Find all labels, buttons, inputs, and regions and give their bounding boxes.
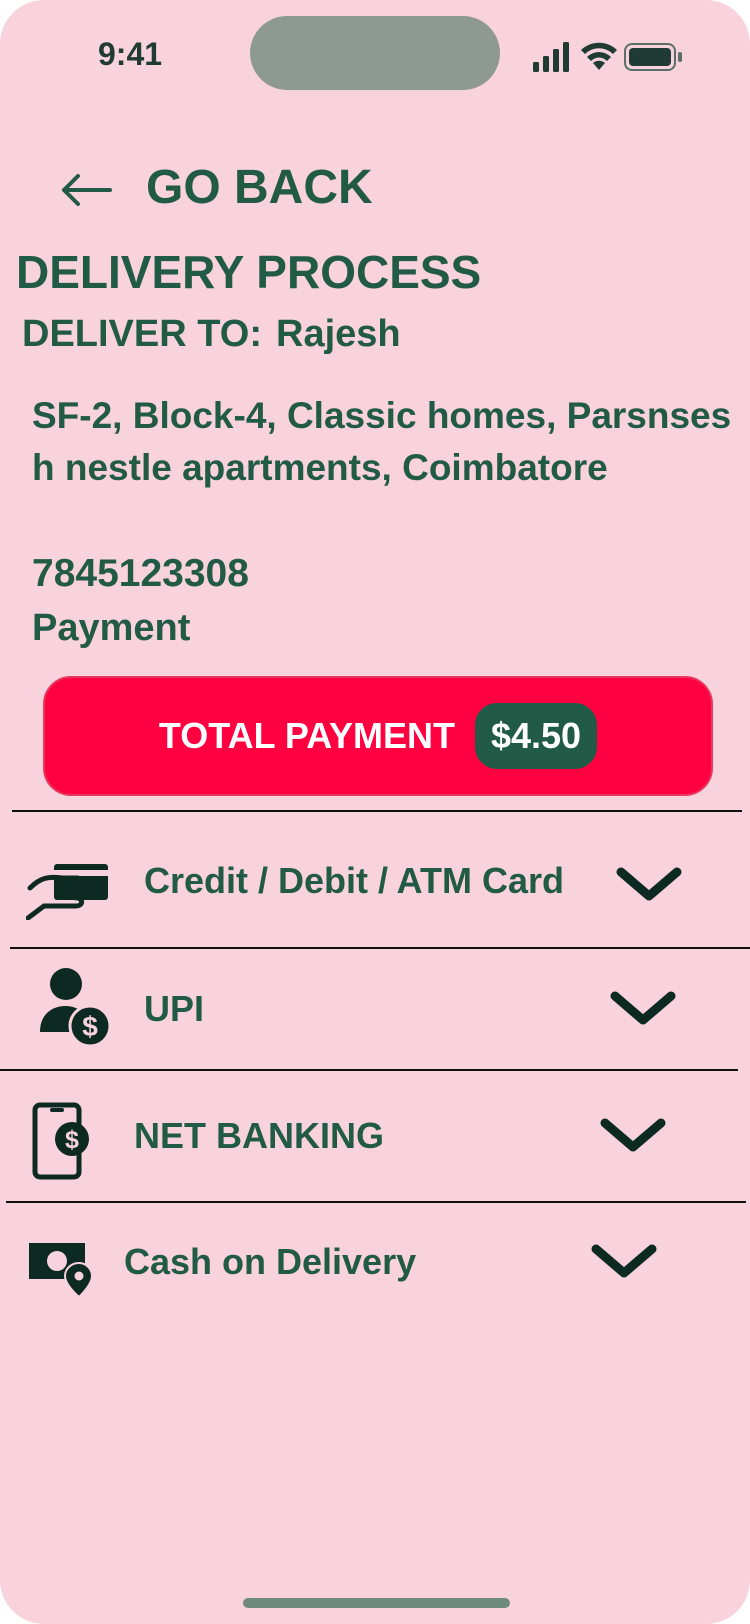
delivery-address: SF-2, Block-4, Classic homes, Parsnsesh …	[32, 395, 732, 488]
payment-method-cash-on-delivery[interactable]: Cash on Delivery	[0, 1205, 750, 1325]
status-icons	[533, 42, 682, 72]
divider	[10, 947, 750, 949]
go-back-button[interactable]: GO BACK	[58, 158, 458, 218]
chevron-down-icon[interactable]	[616, 866, 682, 904]
payment-method-label: UPI	[144, 988, 205, 1029]
page-title: DELIVERY PROCESS	[16, 246, 482, 298]
battery-icon	[624, 43, 682, 71]
deliver-to-row: DELIVER TO: Rajesh	[22, 313, 401, 356]
total-payment-button[interactable]: TOTAL PAYMENT $4.50	[43, 676, 713, 796]
phone-number: 7845123308	[32, 552, 249, 595]
divider	[12, 810, 742, 812]
payment-method-net-banking[interactable]: $ NET BANKING	[0, 1075, 750, 1195]
chevron-down-icon[interactable]	[600, 1117, 666, 1155]
recipient-name: Rajesh	[276, 313, 401, 355]
payment-method-label: Cash on Delivery	[124, 1241, 417, 1282]
phone-screen: 9:41 GO BACK DELIVERY PROCESS DELIVER TO…	[0, 0, 750, 1624]
wifi-icon	[581, 42, 617, 70]
card-in-hand-icon	[26, 864, 108, 920]
payment-section-label: Payment	[32, 607, 191, 649]
divider	[0, 1069, 738, 1071]
divider	[6, 1201, 746, 1203]
payment-method-label: Credit / Debit / ATM Card	[144, 860, 565, 901]
payment-method-upi[interactable]: $ UPI	[0, 950, 750, 1070]
total-payment-label: TOTAL PAYMENT	[158, 715, 455, 756]
go-back-label: GO BACK	[146, 161, 373, 214]
phone-dollar-icon: $	[32, 1102, 89, 1180]
total-amount-badge: $4.50	[474, 703, 598, 769]
cash-location-icon	[29, 1243, 93, 1299]
user-dollar-icon: $	[40, 968, 112, 1048]
home-indicator[interactable]	[243, 1598, 510, 1608]
chevron-down-icon[interactable]	[591, 1243, 657, 1281]
status-time: 9:41	[98, 36, 163, 72]
cellular-signal-icon	[533, 42, 569, 72]
chevron-down-icon[interactable]	[610, 990, 676, 1028]
payment-method-label: NET BANKING	[134, 1115, 384, 1156]
deliver-to-label: DELIVER TO:	[22, 313, 262, 355]
dynamic-island	[250, 16, 500, 90]
arrow-left-icon	[62, 174, 112, 206]
svg-text:$: $	[82, 1011, 98, 1042]
payment-method-card[interactable]: Credit / Debit / ATM Card	[0, 820, 750, 940]
svg-text:$: $	[65, 1126, 79, 1154]
